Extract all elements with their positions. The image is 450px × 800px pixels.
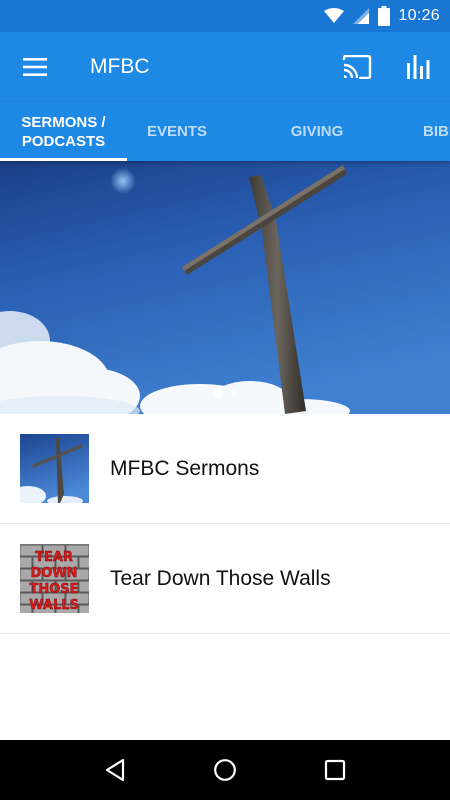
- menu-icon: [23, 58, 47, 76]
- tab-giving[interactable]: GIVING: [267, 102, 367, 161]
- list-item-title: MFBC Sermons: [110, 456, 260, 480]
- app-title: MFBC: [90, 55, 150, 78]
- cross-sky-image: [0, 161, 450, 414]
- pager-dots: [0, 388, 450, 398]
- cast-button[interactable]: [326, 32, 388, 102]
- tab-label: EVENTS: [146, 123, 207, 140]
- pager-dot-active[interactable]: [213, 388, 223, 398]
- tab-events[interactable]: EVENTS: [127, 102, 227, 161]
- tab-indicator: [0, 158, 127, 161]
- status-bar: 10:26: [0, 0, 450, 32]
- back-button[interactable]: [85, 740, 145, 800]
- svg-text:DOWN: DOWN: [30, 566, 77, 581]
- menu-button[interactable]: [0, 32, 70, 102]
- tab-label-line2: PODCASTS: [21, 132, 106, 150]
- tab-label: GIVING: [290, 123, 344, 140]
- battery-icon: [378, 6, 391, 26]
- brick-wall-thumbnail: TEAR DOWN THOSE WALLS: [20, 544, 89, 613]
- home-icon: [214, 759, 236, 781]
- equalizer-icon: [407, 55, 430, 79]
- equalizer-button[interactable]: [388, 32, 450, 102]
- cell-signal-icon: [352, 7, 370, 25]
- tab-sermons-podcasts[interactable]: SERMONS / PODCASTS: [0, 102, 127, 161]
- svg-text:TEAR: TEAR: [35, 550, 73, 565]
- home-button[interactable]: [195, 740, 255, 800]
- svg-text:THOSE: THOSE: [29, 582, 78, 597]
- recents-button[interactable]: [305, 740, 365, 800]
- system-nav-bar: [0, 740, 450, 800]
- svg-text:WALLS: WALLS: [29, 598, 79, 613]
- tab-label-line1: SERMONS /: [21, 113, 106, 131]
- back-icon: [105, 758, 125, 782]
- list-item-mfbc-sermons[interactable]: MFBC Sermons: [0, 414, 450, 524]
- tab-bar: SERMONS / PODCASTS EVENTS GIVING BIBLE: [0, 102, 450, 161]
- tab-bible[interactable]: BIBLE: [423, 102, 450, 161]
- wifi-icon: [324, 8, 345, 24]
- podcast-list: MFBC Sermons TEAR DOWN THOSE WALLS Tear …: [0, 414, 450, 634]
- pager-dot[interactable]: [231, 390, 237, 396]
- hero-banner[interactable]: [0, 161, 450, 414]
- cross-sky-thumbnail: [20, 434, 89, 503]
- tab-label: BIBLE: [423, 123, 450, 140]
- cast-icon: [342, 55, 372, 79]
- list-item-tear-down-those-walls[interactable]: TEAR DOWN THOSE WALLS Tear Down Those Wa…: [0, 524, 450, 634]
- recents-icon: [324, 759, 346, 781]
- app-bar: MFBC: [0, 32, 450, 102]
- list-item-title: Tear Down Those Walls: [110, 566, 331, 590]
- status-time: 10:26: [398, 7, 440, 24]
